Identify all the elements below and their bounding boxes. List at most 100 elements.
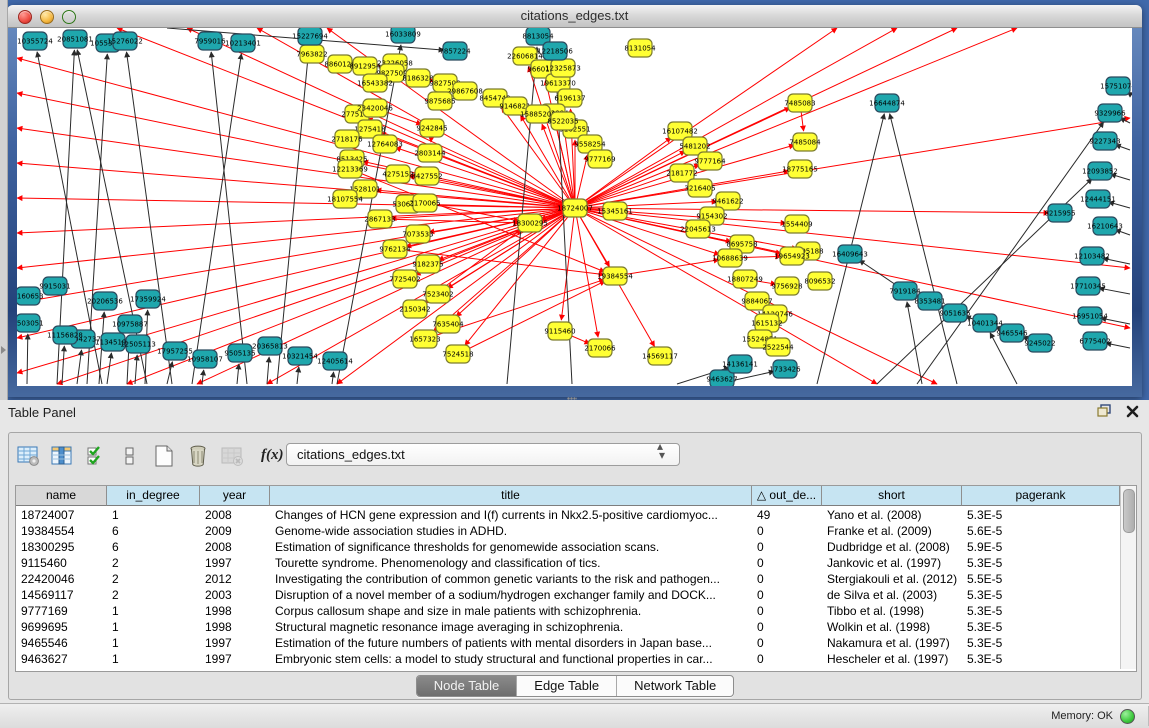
graph-node[interactable]: 8131054 — [624, 39, 656, 57]
delete-rows-trash-icon[interactable] — [185, 443, 211, 469]
graph-node[interactable]: 9115460 — [544, 322, 575, 340]
graph-node[interactable]: 9051635 — [939, 304, 970, 322]
table-cell[interactable]: 0 — [752, 523, 822, 539]
apply-checks-icon[interactable] — [83, 443, 109, 469]
column-selector-icon[interactable] — [49, 443, 75, 469]
table-cell[interactable]: 1 — [107, 603, 200, 619]
table-cell[interactable]: 9777169 — [16, 603, 107, 619]
graph-node[interactable]: 1615132 — [751, 314, 782, 332]
graph-node[interactable]: 2170065 — [409, 194, 440, 212]
table-scrollbar-thumb[interactable] — [1123, 489, 1135, 533]
table-cell[interactable]: 1997 — [200, 555, 270, 571]
table-cell[interactable]: 0 — [752, 539, 822, 555]
table-cell[interactable]: Genome-wide association studies in ADHD. — [270, 523, 752, 539]
graph-node[interactable]: 15751074 — [1100, 77, 1132, 95]
table-cell[interactable]: Structural magnetic resonance image aver… — [270, 619, 752, 635]
table-cell[interactable]: 5.3E-5 — [962, 651, 1120, 667]
graph-node[interactable]: 7725402 — [389, 270, 420, 288]
graph-node[interactable]: 10213401 — [225, 34, 261, 52]
tab-edge-table[interactable]: Edge Table — [517, 676, 617, 696]
table-cell[interactable]: 1 — [107, 619, 200, 635]
graph-node[interactable]: 8522035 — [547, 112, 578, 130]
graph-node[interactable]: 10975887 — [112, 315, 148, 333]
table-cell[interactable]: 2003 — [200, 587, 270, 603]
function-builder-button[interactable]: f(x) — [261, 447, 284, 464]
table-cell[interactable]: Embryonic stem cells: a model to study s… — [270, 651, 752, 667]
graph-node[interactable]: 7963822 — [296, 45, 327, 63]
graph-node[interactable]: 3216405 — [684, 179, 715, 197]
graph-node[interactable]: 9915031 — [39, 277, 70, 295]
graph-node[interactable]: 14569117 — [642, 347, 678, 365]
tab-node-table[interactable]: Node Table — [417, 676, 518, 696]
graph-node[interactable]: 20851081 — [57, 30, 93, 48]
graph-node[interactable]: 9756928 — [771, 277, 802, 295]
graph-node[interactable]: 9762134 — [379, 240, 411, 258]
close-panel-icon[interactable] — [1126, 405, 1139, 423]
table-cell[interactable]: 9115460 — [16, 555, 107, 571]
graph-node[interactable]: 2170066 — [584, 339, 616, 357]
graph-node[interactable]: 9777164 — [694, 152, 726, 170]
table-cell[interactable]: 9465546 — [16, 635, 107, 651]
table-cell[interactable]: Hescheler et al. (1997) — [822, 651, 962, 667]
graph-node[interactable]: 2867133 — [364, 210, 395, 228]
table-cell[interactable]: 6 — [107, 539, 200, 555]
column-header-short[interactable]: short — [822, 486, 962, 506]
table-row[interactable]: 946362711997Embryonic stem cells: a mode… — [16, 651, 1120, 667]
graph-node[interactable]: 12405614 — [317, 352, 353, 370]
table-cell[interactable]: 1 — [107, 507, 200, 523]
graph-node[interactable]: 9465546 — [996, 324, 1028, 342]
table-cell[interactable]: 5.3E-5 — [962, 587, 1120, 603]
table-cell[interactable]: 0 — [752, 555, 822, 571]
table-cell[interactable]: 0 — [752, 587, 822, 603]
table-cell[interactable]: Franke et al. (2009) — [822, 523, 962, 539]
new-table-icon[interactable] — [151, 443, 177, 469]
table-cell[interactable]: 5.3E-5 — [962, 507, 1120, 523]
graph-node[interactable]: 10355724 — [17, 32, 53, 50]
table-row[interactable]: 1938455462009Genome-wide association stu… — [16, 523, 1120, 539]
table-row[interactable]: 1456911722003Disruption of a novel membe… — [16, 587, 1120, 603]
table-cell[interactable]: 5.5E-5 — [962, 571, 1120, 587]
graph-node[interactable]: 8353481 — [914, 292, 945, 310]
table-cell[interactable]: Yano et al. (2008) — [822, 507, 962, 523]
table-cell[interactable]: 5.9E-5 — [962, 539, 1120, 555]
graph-node[interactable]: 18300295 — [512, 214, 548, 232]
graph-node[interactable]: 7959016 — [194, 32, 226, 50]
graph-node[interactable]: 8096532 — [804, 272, 835, 290]
graph-node[interactable]: 7523402 — [422, 285, 453, 303]
table-cell[interactable]: 9463627 — [16, 651, 107, 667]
graph-node[interactable]: 2150342 — [399, 300, 430, 318]
graph-node[interactable]: 16644874 — [869, 94, 905, 112]
graph-node[interactable]: 1554409 — [781, 215, 812, 233]
network-canvas[interactable]: 2775107127541812764083851342542751521528… — [17, 28, 1132, 386]
tab-network-table[interactable]: Network Table — [617, 676, 733, 696]
table-selector-dropdown[interactable]: citations_edges.txt ▾▴ — [286, 443, 680, 466]
row-boxes-icon[interactable] — [117, 443, 143, 469]
graph-node[interactable]: 9227343 — [1089, 132, 1120, 150]
table-cell[interactable]: 1998 — [200, 603, 270, 619]
column-header-name[interactable]: name — [16, 486, 107, 506]
table-cell[interactable]: Nakamura et al. (1997) — [822, 635, 962, 651]
memory-status-indicator[interactable] — [1120, 709, 1135, 724]
column-header-out_de[interactable]: △ out_de... — [752, 486, 822, 506]
table-scrollbar[interactable] — [1120, 486, 1136, 669]
table-cell[interactable]: 1997 — [200, 651, 270, 667]
table-cell[interactable]: 5.3E-5 — [962, 635, 1120, 651]
table-row[interactable]: 977716911998Corpus callosum shape and si… — [16, 603, 1120, 619]
table-cell[interactable]: 0 — [752, 651, 822, 667]
graph-node[interactable]: 9182375 — [412, 255, 443, 273]
column-header-pagerank[interactable]: pagerank — [962, 486, 1120, 506]
table-cell[interactable]: 2 — [107, 587, 200, 603]
table-cell[interactable]: 1998 — [200, 619, 270, 635]
table-cell[interactable]: de Silva et al. (2003) — [822, 587, 962, 603]
table-cell[interactable]: 1997 — [200, 635, 270, 651]
citation-network-graph[interactable]: 2775107127541812764083851342542751521528… — [17, 28, 1132, 386]
table-cell[interactable]: 0 — [752, 619, 822, 635]
table-cell[interactable]: 0 — [752, 635, 822, 651]
graph-node[interactable]: 7485084 — [789, 133, 821, 151]
graph-node[interactable]: 7524518 — [442, 345, 473, 363]
table-settings-icon[interactable] — [15, 443, 41, 469]
table-cell[interactable]: 0 — [752, 603, 822, 619]
graph-node[interactable]: 9242845 — [416, 119, 447, 137]
table-cell[interactable]: 6 — [107, 523, 200, 539]
collapsed-panel-arrow-icon[interactable] — [1, 346, 6, 354]
